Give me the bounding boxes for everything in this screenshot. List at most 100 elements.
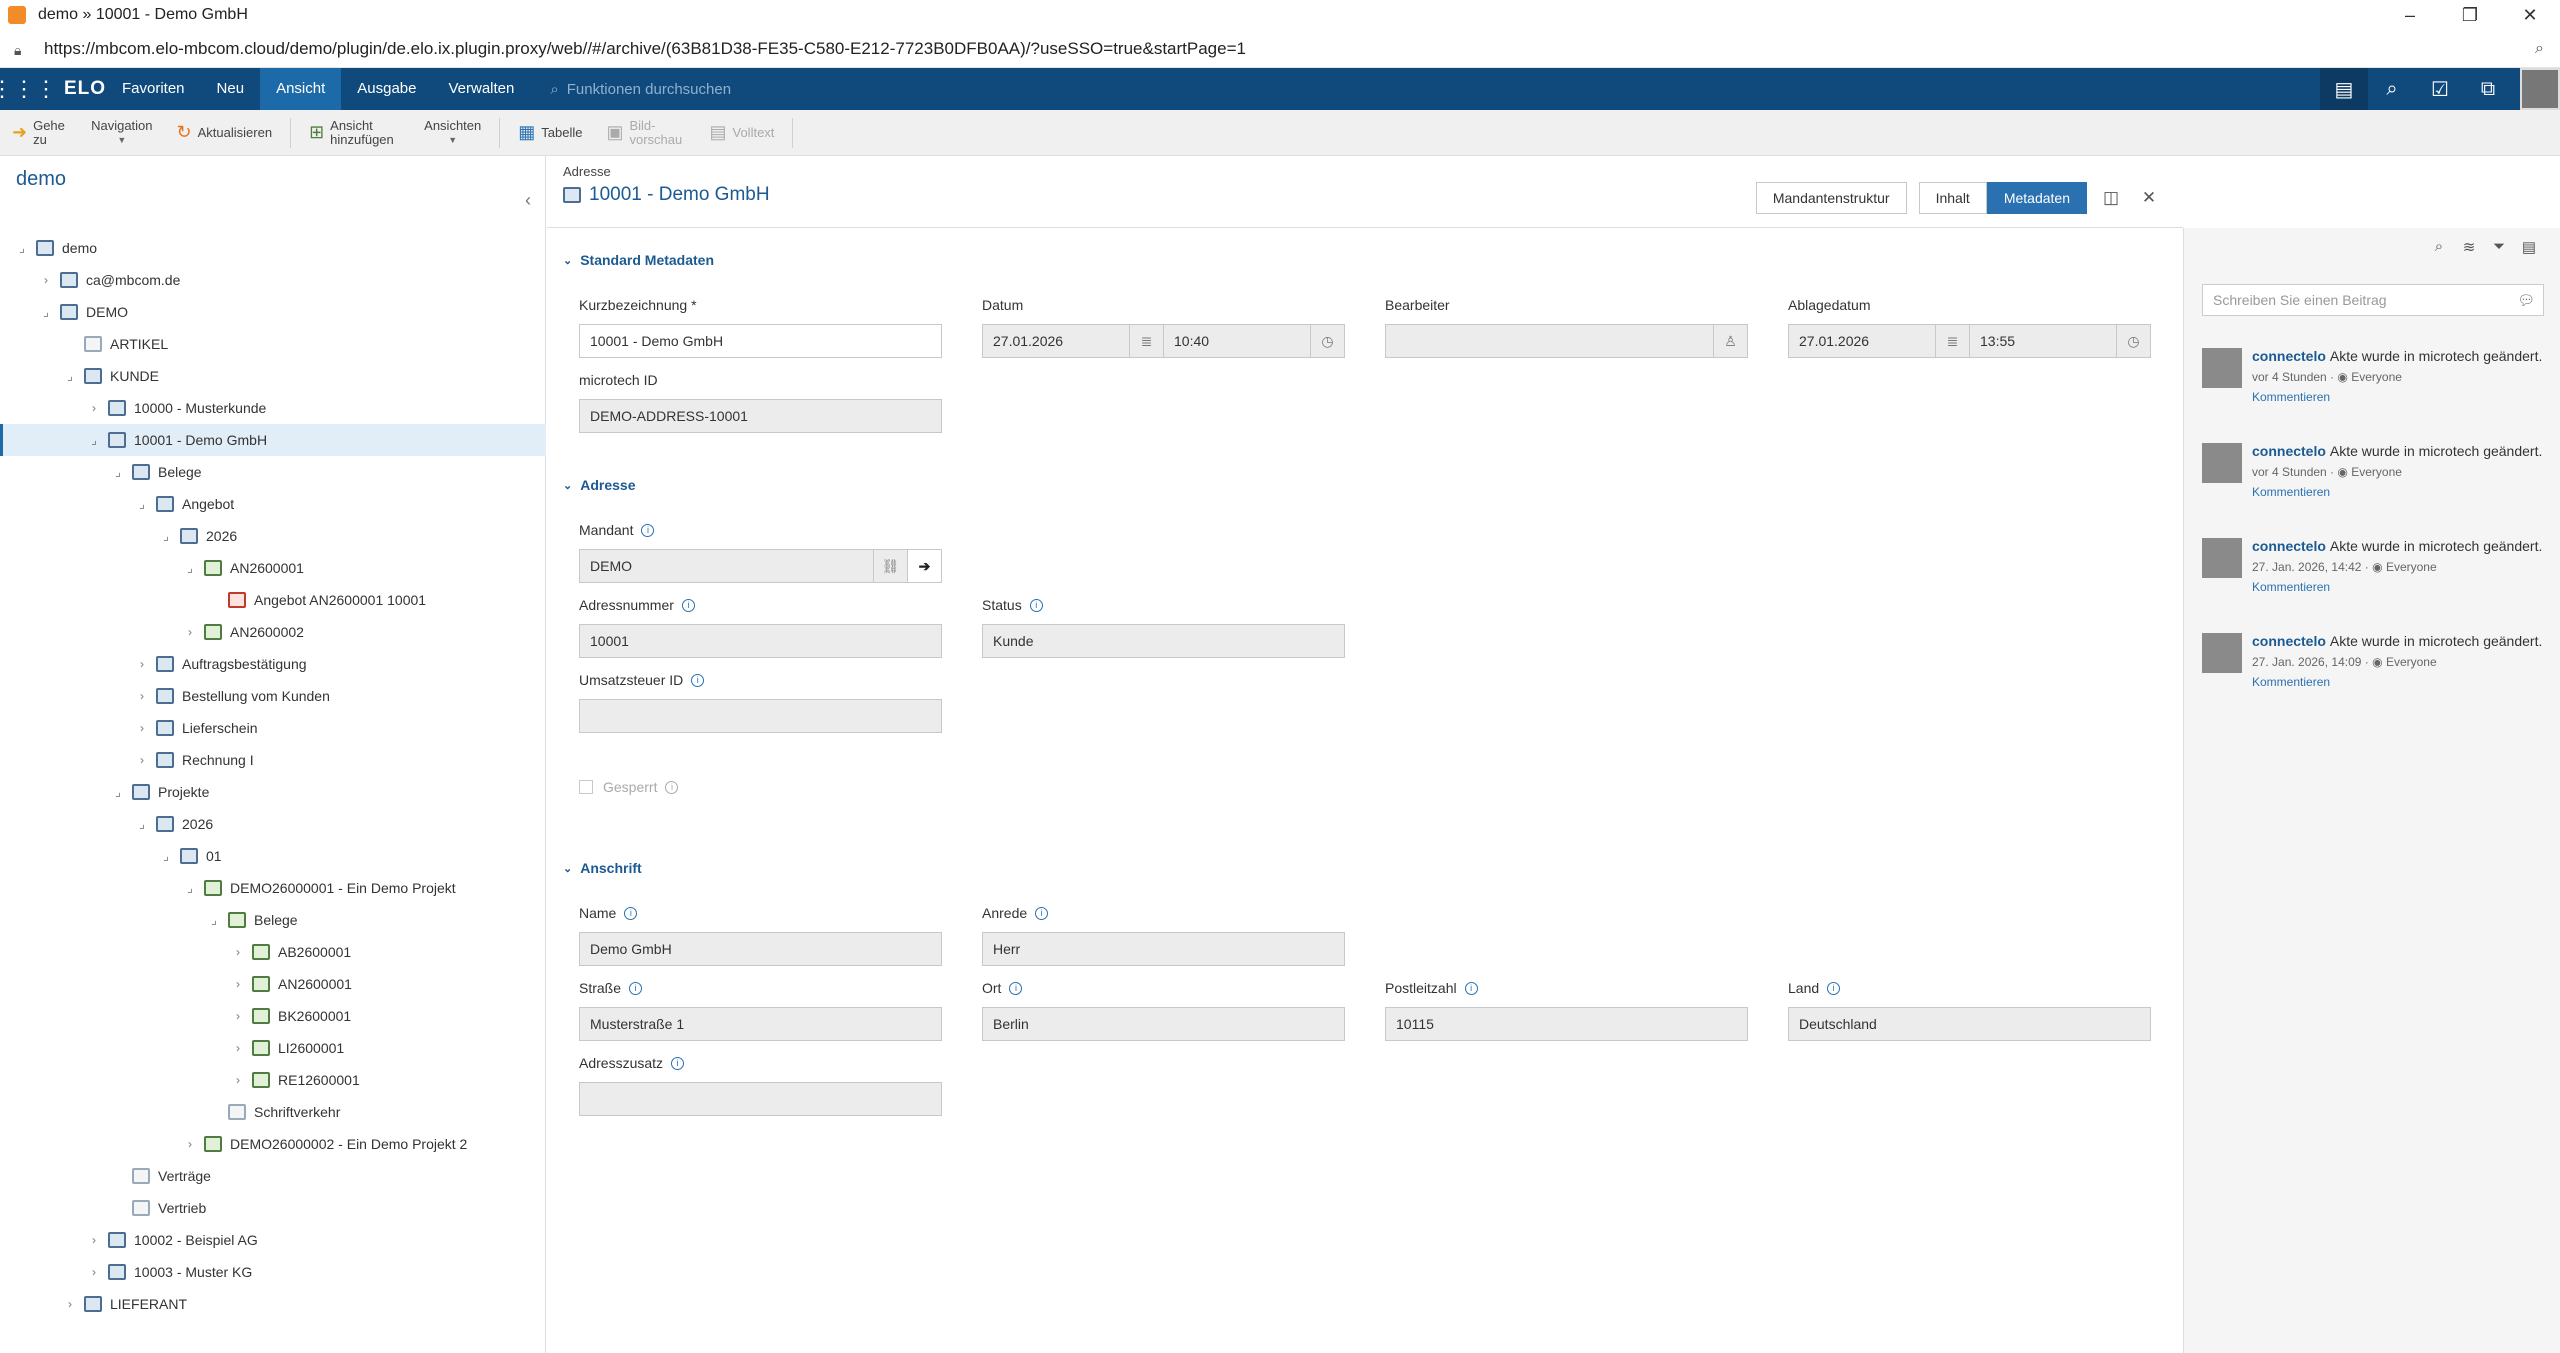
tree-item[interactable]: ⌟ Angebot (0, 488, 546, 520)
datum-input[interactable]: 27.01.2026 ≣ 10:40 ◷ (982, 324, 1345, 358)
chevron-right-icon[interactable]: › (86, 401, 102, 415)
menu-ausgabe[interactable]: Ausgabe (341, 68, 432, 110)
tree-item[interactable]: Vertrieb (0, 1192, 546, 1224)
feed-view-icon[interactable]: ▤ (2514, 238, 2544, 256)
avatar[interactable] (2202, 443, 2242, 483)
refresh-button[interactable]: ↻ Aktualisieren (165, 110, 285, 156)
section-adresse[interactable]: ⌄ Adresse (563, 477, 635, 493)
collapse-corner-icon[interactable]: ⌟ (38, 305, 54, 319)
info-icon[interactable]: i (1035, 906, 1049, 920)
info-icon[interactable]: i (641, 523, 655, 537)
workspace-icon[interactable]: ⧉ (2464, 68, 2512, 110)
tree-item[interactable]: ⌟ Belege (0, 904, 546, 936)
tree-item[interactable]: › LIEFERANT (0, 1288, 546, 1320)
post-user[interactable]: connectelo (2252, 633, 2326, 649)
menu-neu[interactable]: Neu (201, 68, 261, 110)
clock-icon[interactable]: ◷ (1310, 325, 1344, 357)
chevron-right-icon[interactable]: › (230, 1041, 246, 1055)
collapse-corner-icon[interactable]: ⌟ (182, 881, 198, 895)
chevron-right-icon[interactable]: › (134, 689, 150, 703)
collapse-corner-icon[interactable]: ⌟ (158, 849, 174, 863)
chevron-right-icon[interactable]: › (86, 1233, 102, 1247)
tree-item[interactable]: › Bestellung vom Kunden (0, 680, 546, 712)
tree-item[interactable]: Schriftverkehr (0, 1096, 546, 1128)
info-icon[interactable]: i (691, 673, 705, 687)
status-input[interactable]: Kunde (982, 624, 1345, 658)
layout-icon[interactable]: ◫ (2097, 188, 2125, 208)
comment-link[interactable]: Kommentieren (2252, 390, 2330, 404)
calendar-icon[interactable]: ≣ (1129, 325, 1163, 357)
menu-verwalten[interactable]: Verwalten (432, 68, 530, 110)
chevron-right-icon[interactable]: › (230, 1073, 246, 1087)
archive-icon[interactable]: ▤ (2320, 68, 2368, 110)
ort-input[interactable]: Berlin (982, 1007, 1345, 1041)
chat-icon[interactable]: 💬︎ (2517, 285, 2535, 315)
tree-item[interactable]: ⌟ DEMO26000001 - Ein Demo Projekt (0, 872, 546, 904)
zoom-icon[interactable]: ⌕ (2535, 40, 2544, 58)
close-window-icon[interactable]: ✕ (2500, 0, 2560, 30)
tree-item[interactable]: › AN2600002 (0, 616, 546, 648)
kurzbezeichnung-input[interactable]: 10001 - Demo GmbH (579, 324, 942, 358)
tree-item[interactable]: ⌟ 2026 (0, 520, 546, 552)
tree-item[interactable]: ⌟ Projekte (0, 776, 546, 808)
link-icon[interactable]: ⛓ (873, 550, 907, 582)
chevron-right-icon[interactable]: › (182, 625, 198, 639)
tree-item[interactable]: › Rechnung I (0, 744, 546, 776)
land-input[interactable]: Deutschland (1788, 1007, 2151, 1041)
adresszusatz-input[interactable] (579, 1082, 942, 1116)
avatar[interactable] (2202, 538, 2242, 578)
feed-post-input[interactable]: Schreiben Sie einen Beitrag 💬︎ (2202, 284, 2544, 316)
collapse-corner-icon[interactable]: ⌟ (14, 241, 30, 255)
mandant-input[interactable]: DEMO ⛓ ➔ (579, 549, 942, 583)
calendar-icon[interactable]: ≣ (1935, 325, 1969, 357)
tree-item[interactable]: › DEMO26000002 - Ein Demo Projekt 2 (0, 1128, 546, 1160)
info-icon[interactable]: i (629, 981, 643, 995)
tree-item[interactable]: ⌟ KUNDE (0, 360, 546, 392)
tree-item[interactable]: Verträge (0, 1160, 546, 1192)
app-launcher-icon[interactable]: ⋮⋮⋮ (0, 68, 57, 110)
user-icon[interactable]: ♙ (1713, 325, 1747, 357)
search-icon[interactable]: ⌕ (2424, 238, 2454, 256)
collapse-corner-icon[interactable]: ⌟ (182, 561, 198, 575)
comment-link[interactable]: Kommentieren (2252, 675, 2330, 689)
preview-button[interactable]: ▣ Bild-vorschau (594, 110, 697, 156)
avatar[interactable] (2202, 348, 2242, 388)
chevron-right-icon[interactable]: › (86, 1265, 102, 1279)
tree-item[interactable]: ⌟ DEMO (0, 296, 546, 328)
fulltext-button[interactable]: ▤ Volltext (697, 110, 786, 156)
tree-item[interactable]: › 10002 - Beispiel AG (0, 1224, 546, 1256)
collapse-corner-icon[interactable]: ⌟ (110, 785, 126, 799)
name-input[interactable]: Demo GmbH (579, 932, 942, 966)
add-view-button[interactable]: ⊞ Ansicht hinzufügen (297, 110, 412, 156)
tree-item[interactable]: › Lieferschein (0, 712, 546, 744)
tree-item[interactable]: › BK2600001 (0, 1000, 546, 1032)
chevron-right-icon[interactable]: › (230, 945, 246, 959)
filter-icon[interactable]: ⏷ (2484, 238, 2514, 256)
user-avatar[interactable] (2520, 68, 2560, 110)
goto-arrow-icon[interactable]: ➔ (907, 550, 941, 582)
info-icon[interactable]: i (671, 1056, 685, 1070)
rss-icon[interactable]: ≋ (2454, 238, 2484, 256)
url-field[interactable]: https://mbcom.elo-mbcom.cloud/demo/plugi… (44, 39, 1246, 59)
tree-item[interactable]: › 10003 - Muster KG (0, 1256, 546, 1288)
collapse-corner-icon[interactable]: ⌟ (62, 369, 78, 383)
chevron-right-icon[interactable]: › (230, 977, 246, 991)
restore-icon[interactable]: ❐ (2440, 0, 2500, 30)
tree-item[interactable]: › ca@mbcom.de (0, 264, 546, 296)
tree-item[interactable]: › RE12600001 (0, 1064, 546, 1096)
tree-item[interactable]: ⌟ Belege (0, 456, 546, 488)
close-icon[interactable]: ✕ (2135, 188, 2163, 208)
section-anschrift[interactable]: ⌄ Anschrift (563, 860, 642, 876)
collapse-corner-icon[interactable]: ⌟ (110, 465, 126, 479)
chevron-right-icon[interactable]: › (62, 1297, 78, 1311)
tree-item[interactable]: Angebot AN2600001 10001 (0, 584, 546, 616)
avatar[interactable] (2202, 633, 2242, 673)
gesperrt-checkbox[interactable] (579, 780, 593, 794)
minimize-icon[interactable]: – (2380, 0, 2440, 30)
comment-link[interactable]: Kommentieren (2252, 485, 2330, 499)
collapse-corner-icon[interactable]: ⌟ (206, 913, 222, 927)
adressnummer-input[interactable]: 10001 (579, 624, 942, 658)
info-icon[interactable]: i (1827, 981, 1841, 995)
navigation-button[interactable]: Navigation ▼ (79, 110, 164, 156)
chevron-right-icon[interactable]: › (134, 657, 150, 671)
